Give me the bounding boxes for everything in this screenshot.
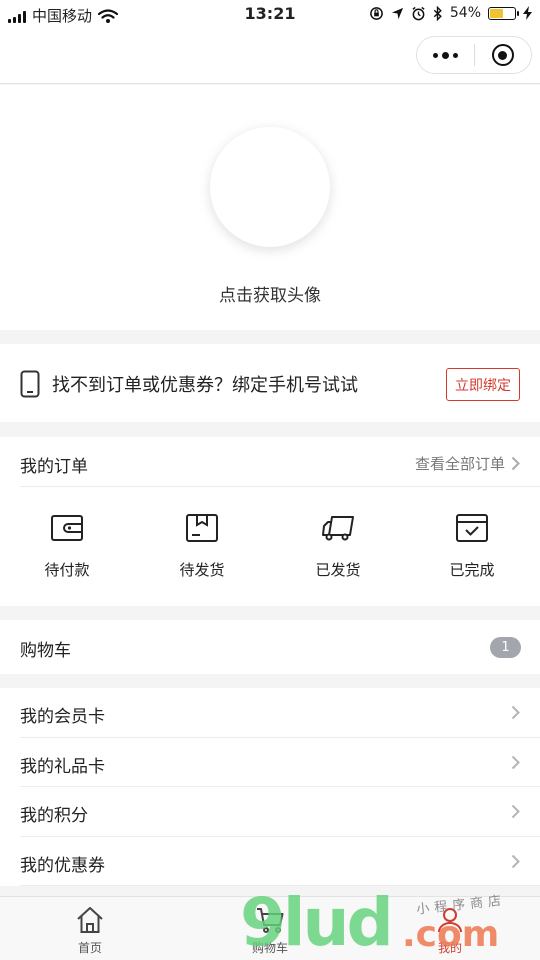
nav-bar: [0, 28, 540, 84]
cart-label: 购物车: [20, 641, 71, 661]
tab-bar: 首页 购物车 我的: [0, 896, 540, 960]
profile-icon: [438, 908, 462, 933]
order-status-label: 待付款: [44, 561, 90, 579]
order-status-to-ship[interactable]: 待发货: [152, 513, 252, 583]
more-button[interactable]: [417, 37, 474, 73]
profile-section: 点击获取头像: [0, 85, 540, 330]
completed-icon: [456, 514, 488, 542]
cart-row[interactable]: 购物车 1: [0, 620, 540, 674]
wallet-icon: [51, 515, 83, 541]
tab-label: 购物车: [251, 941, 288, 955]
close-mini-program-icon: [491, 44, 514, 66]
bluetooth-icon: [433, 5, 442, 21]
tab-label: 我的: [437, 941, 462, 955]
status-bar: 中国移动 13:21 54%: [0, 0, 540, 28]
orders-header[interactable]: 我的订单 查看全部订单: [20, 437, 540, 487]
order-status-label: 已发货: [315, 561, 361, 579]
close-mini-program-button[interactable]: [474, 37, 531, 73]
bind-now-button[interactable]: 立即绑定: [446, 368, 520, 401]
cart-icon: [257, 908, 284, 933]
chevron-right-icon: [511, 804, 520, 819]
package-icon: [186, 514, 218, 542]
order-status-shipped[interactable]: 已发货: [288, 513, 388, 583]
chevron-right-icon: [511, 705, 520, 720]
order-status-completed[interactable]: 已完成: [422, 513, 522, 583]
tab-home[interactable]: 首页: [40, 905, 140, 956]
menu-item-label: 我的礼品卡: [20, 756, 105, 777]
chevron-right-icon: [511, 456, 520, 471]
menu-item-label: 我的积分: [20, 806, 88, 826]
view-all-orders-label: 查看全部订单: [414, 455, 505, 473]
more-icon: [432, 51, 458, 59]
chevron-right-icon: [511, 854, 520, 868]
menu-item-gift-card[interactable]: 我的礼品卡: [20, 738, 540, 787]
alarm-icon: [412, 6, 425, 20]
menu-item-label: 我的会员卡: [20, 707, 105, 727]
chevron-right-icon: [511, 755, 520, 769]
order-status-label: 待发货: [179, 561, 225, 579]
charging-icon: [523, 6, 532, 20]
my-orders-section: 我的订单 查看全部订单 待付款 待发货 已发货 已完成: [0, 437, 540, 606]
tab-cart[interactable]: 购物车: [220, 905, 320, 956]
bind-phone-text: 找不到订单或优惠券？绑定手机号试试: [52, 375, 358, 396]
menu-item-coupons[interactable]: 我的优惠券: [20, 837, 540, 886]
cart-count-badge: 1: [490, 637, 521, 658]
avatar[interactable]: [210, 127, 330, 247]
tab-label: 首页: [77, 941, 102, 955]
order-status-label: 已完成: [449, 561, 495, 579]
account-menu: 我的会员卡 我的礼品卡 我的积分 我的优惠券: [0, 688, 540, 886]
tab-mine[interactable]: 我的: [400, 905, 500, 956]
get-avatar-label[interactable]: 点击获取头像: [0, 281, 540, 306]
mini-program-capsule: [416, 36, 532, 74]
menu-item-label: 我的优惠券: [20, 855, 105, 876]
view-all-orders-link[interactable]: 查看全部订单: [415, 453, 520, 474]
battery-icon: [488, 6, 519, 20]
menu-item-points[interactable]: 我的积分: [20, 787, 540, 837]
orders-title: 我的订单: [20, 457, 88, 477]
battery-percent: 54%: [449, 5, 481, 21]
truck-icon: [322, 516, 354, 541]
rotation-lock-icon: [370, 6, 383, 20]
order-status-pending-payment[interactable]: 待付款: [17, 513, 117, 583]
location-icon: [391, 7, 403, 19]
menu-item-membership-card[interactable]: 我的会员卡: [20, 688, 540, 738]
phone-icon: [20, 370, 40, 398]
home-icon: [77, 907, 103, 933]
bind-phone-banner: 找不到订单或优惠券？绑定手机号试试 立即绑定: [0, 344, 540, 422]
